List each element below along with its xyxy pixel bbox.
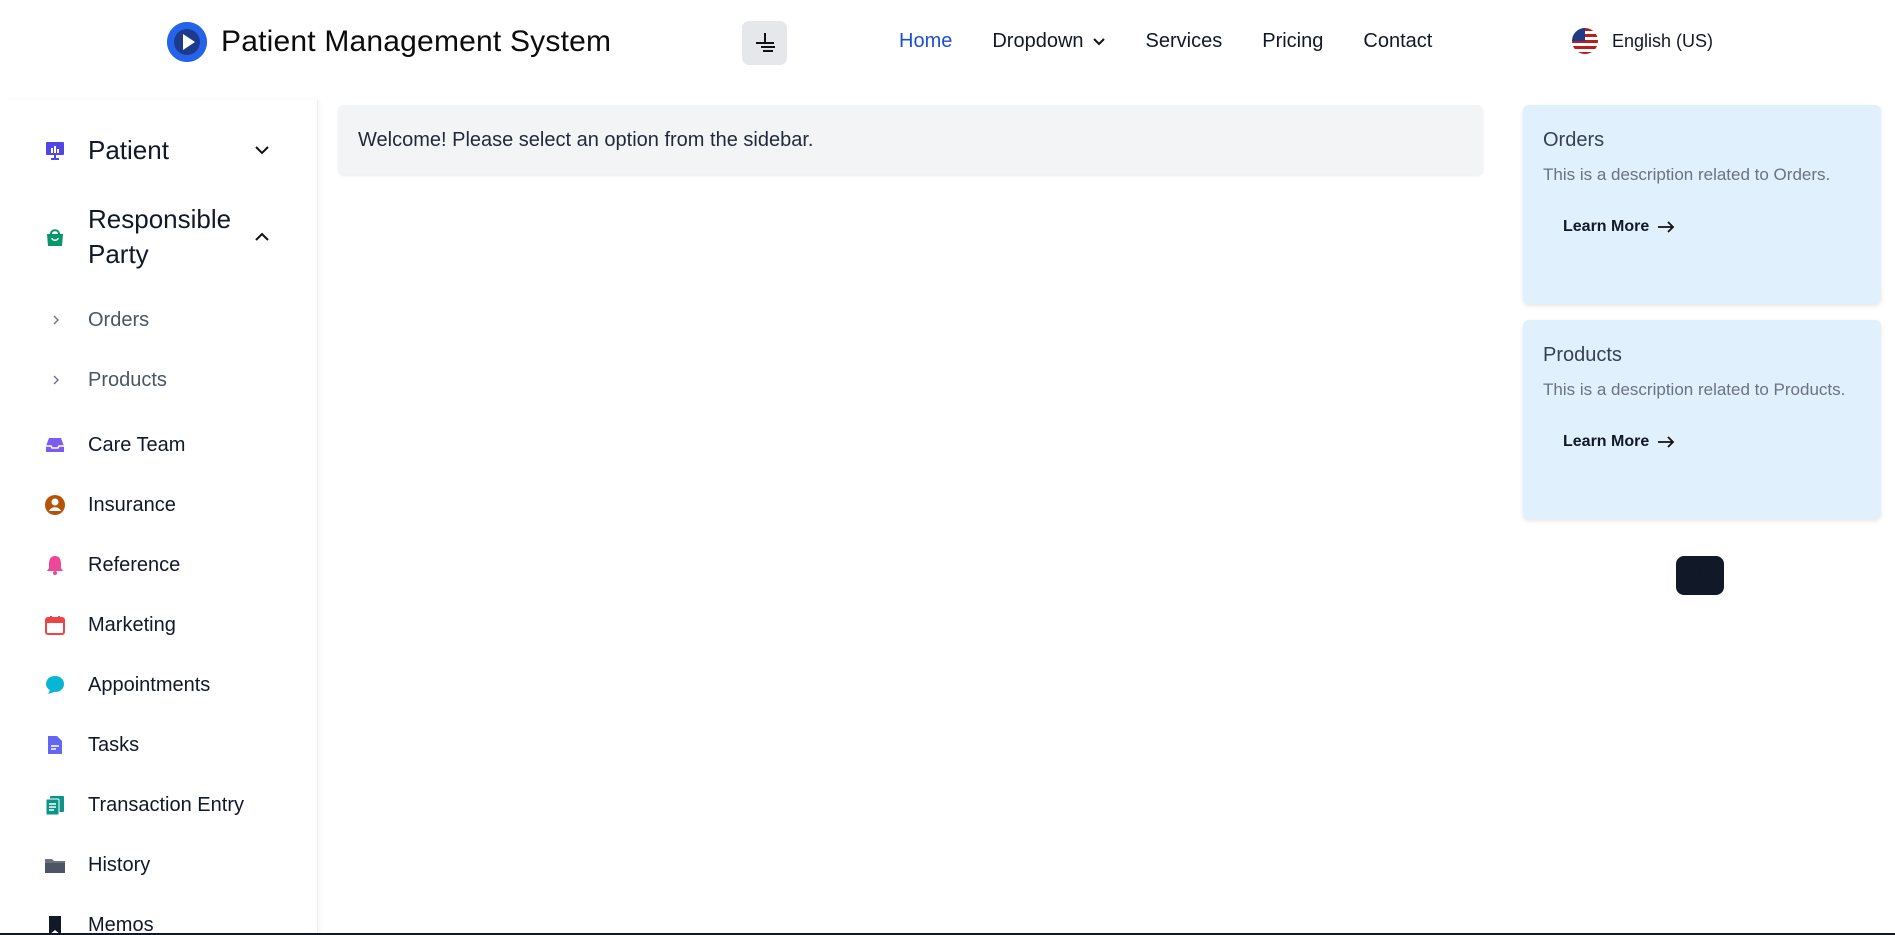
- sidebar: Patient Responsible Party Orders Product…: [0, 100, 318, 935]
- calendar-icon: [44, 614, 66, 636]
- brand-title: Patient Management System: [221, 25, 612, 58]
- nav-dropdown-label: Dropdown: [992, 30, 1084, 52]
- main-nav: Home Dropdown Services Pricing Contact: [899, 30, 1432, 53]
- shopping-bag-icon: [44, 226, 66, 248]
- sidebar-item-label: History: [88, 853, 151, 876]
- sidebar-subitem-orders[interactable]: Orders: [0, 305, 317, 335]
- sidebar-item-memos[interactable]: Memos: [0, 910, 317, 935]
- learn-more-label: Learn More: [1563, 433, 1650, 450]
- nav-services[interactable]: Services: [1146, 30, 1223, 53]
- learn-more-link[interactable]: Learn More: [1563, 218, 1675, 236]
- language-label: English (US): [1612, 30, 1714, 51]
- sidebar-item-patient[interactable]: Patient: [0, 132, 317, 168]
- sidebar-item-appointments[interactable]: Appointments: [0, 670, 317, 700]
- learn-more-label: Learn More: [1563, 218, 1650, 235]
- sidebar-item-marketing[interactable]: Marketing: [0, 610, 317, 640]
- sidebar-item-history[interactable]: History: [0, 850, 317, 880]
- sidebar-subitem-products[interactable]: Products: [0, 365, 317, 395]
- card-title: Orders: [1543, 129, 1605, 151]
- pagination-page-button[interactable]: 1: [1676, 556, 1724, 595]
- language-selector[interactable]: English (US): [1572, 28, 1713, 54]
- welcome-message: Welcome! Please select an option from th…: [338, 105, 1483, 175]
- sidebar-item-label: Responsible Party: [88, 204, 232, 269]
- learn-more-link[interactable]: Learn More: [1563, 433, 1675, 451]
- chevron-down-icon: [255, 146, 269, 155]
- card-description: This is a description related to Orders.: [1543, 165, 1831, 184]
- sidebar-item-transaction-entry[interactable]: Transaction Entry: [0, 790, 317, 820]
- sidebar-subitem-label: Products: [88, 368, 167, 391]
- card-title: Products: [1543, 344, 1622, 366]
- arrow-right-icon: [1658, 436, 1675, 448]
- sidebar-subitem-label: Orders: [88, 308, 150, 331]
- sidebar-toggle-button[interactable]: [742, 21, 787, 65]
- chart-presentation-icon: [44, 139, 66, 161]
- sidebar-item-label: Marketing: [88, 613, 176, 636]
- welcome-text: Welcome! Please select an option from th…: [358, 128, 814, 151]
- sidebar-item-insurance[interactable]: Insurance: [0, 490, 317, 520]
- info-card-products: Products This is a description related t…: [1523, 320, 1881, 519]
- sidebar-item-label: Appointments: [88, 673, 211, 696]
- chevron-down-icon: [1092, 37, 1105, 45]
- play-logo-icon: [167, 22, 207, 62]
- folder-icon: [44, 854, 66, 876]
- user-circle-icon: [44, 494, 66, 516]
- document-icon: [44, 734, 66, 756]
- bell-icon: [44, 554, 66, 576]
- chevron-up-icon: [255, 232, 269, 241]
- sidebar-item-responsible-party[interactable]: Responsible Party: [0, 202, 317, 272]
- card-description: This is a description related to Product…: [1543, 380, 1846, 399]
- sidebar-item-label: Tasks: [88, 733, 140, 756]
- sidebar-item-care-team[interactable]: Care Team: [0, 430, 317, 460]
- sidebar-item-label: Transaction Entry: [88, 793, 244, 816]
- nav-home[interactable]: Home: [899, 30, 952, 53]
- sidebar-item-label: Memos: [88, 913, 154, 935]
- page-number: 1: [1696, 567, 1704, 584]
- chat-bubble-icon: [44, 674, 66, 696]
- bookmark-icon: [44, 914, 66, 935]
- toggle-icon: [755, 33, 775, 52]
- info-card-orders: Orders This is a description related to …: [1523, 105, 1881, 304]
- us-flag-icon: [1572, 28, 1598, 54]
- sidebar-item-label: Patient: [88, 134, 169, 165]
- sidebar-item-reference[interactable]: Reference: [0, 550, 317, 580]
- sidebar-item-label: Care Team: [88, 433, 186, 456]
- chevron-right-icon: [53, 315, 59, 325]
- top-navbar: Patient Management System Home Dropdown …: [0, 0, 1895, 88]
- nav-pricing[interactable]: Pricing: [1262, 30, 1323, 53]
- arrow-right-icon: [1658, 221, 1675, 233]
- brand[interactable]: Patient Management System: [167, 22, 611, 62]
- nav-contact[interactable]: Contact: [1363, 30, 1432, 53]
- clipboard-list-icon: [44, 794, 66, 816]
- sidebar-item-label: Insurance: [88, 493, 176, 516]
- nav-dropdown[interactable]: Dropdown: [992, 30, 1105, 53]
- chevron-right-icon: [53, 375, 59, 385]
- sidebar-item-tasks[interactable]: Tasks: [0, 730, 317, 760]
- sidebar-item-label: Reference: [88, 553, 181, 576]
- inbox-icon: [44, 434, 66, 456]
